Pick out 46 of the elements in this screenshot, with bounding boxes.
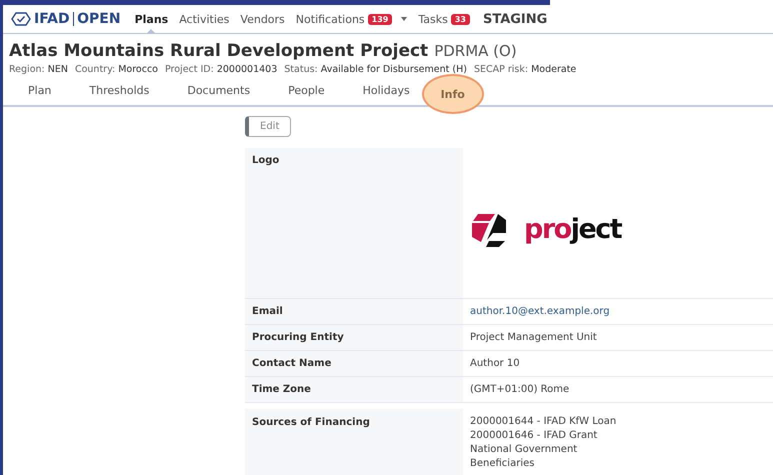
tab[interactable]: Info [422,74,484,114]
row-value: (GMT+01:00) Rome [470,384,570,395]
nav-link[interactable]: Plans [134,12,168,26]
field-value: Moderate [531,64,576,75]
row-value: Project Management Unit [470,332,597,343]
brand-name: IFAD [34,11,70,27]
row-label: Sources of Financing [245,409,463,475]
project-code: PDRMA (O) [434,42,517,60]
environment-label: STAGING [482,12,548,26]
email-link[interactable]: author.10@ext.example.org [470,306,610,317]
project-logo: project [470,212,622,248]
financing-source: 2000001644 - IFAD KfW Loan [470,415,618,429]
tab[interactable]: People [276,75,337,105]
row-label: Email [245,299,463,324]
field-label: Project ID: [164,64,214,75]
field-value: NEN [48,64,68,75]
tab[interactable]: Plan [16,75,64,105]
field-label: Region: [9,64,45,75]
nav-link[interactable]: Tasks [418,12,448,26]
field-value: Morocco [118,64,158,75]
count-badge: 33 [450,14,470,24]
row-label: Time Zone [245,377,463,402]
row-value: Author 10 [470,358,520,369]
field-value: Available for Disbursement (H) [320,64,467,75]
financing-source: 2000001646 - IFAD Grant [470,429,598,443]
row-label: Logo [245,148,463,298]
tab[interactable]: Thresholds [77,75,162,105]
nav-link[interactable]: Notifications [296,12,365,26]
brand-name: OPEN [77,11,121,27]
nav-link[interactable]: Activities [179,12,230,26]
count-badge: 139 [368,14,392,24]
field-value: 2000001403 [216,64,278,75]
caret-icon[interactable] [401,17,408,21]
edit-button[interactable]: Edit [245,116,292,137]
nav-link[interactable]: Vendors [240,12,285,26]
tab[interactable]: Documents [175,75,262,105]
field-label: Status: [284,64,318,75]
financing-source: Beneficiaries [470,457,536,471]
row-label: Contact Name [245,351,463,376]
financing-source: National Government [470,443,578,457]
logo-icon [11,12,31,26]
row-label: Procuring Entity [245,325,463,350]
project-title: Atlas Mountains Rural Development Project [9,41,428,61]
tab[interactable]: Holidays [350,75,422,105]
field-label: SECAP risk: [474,64,528,75]
field-label: Country: [74,64,116,75]
